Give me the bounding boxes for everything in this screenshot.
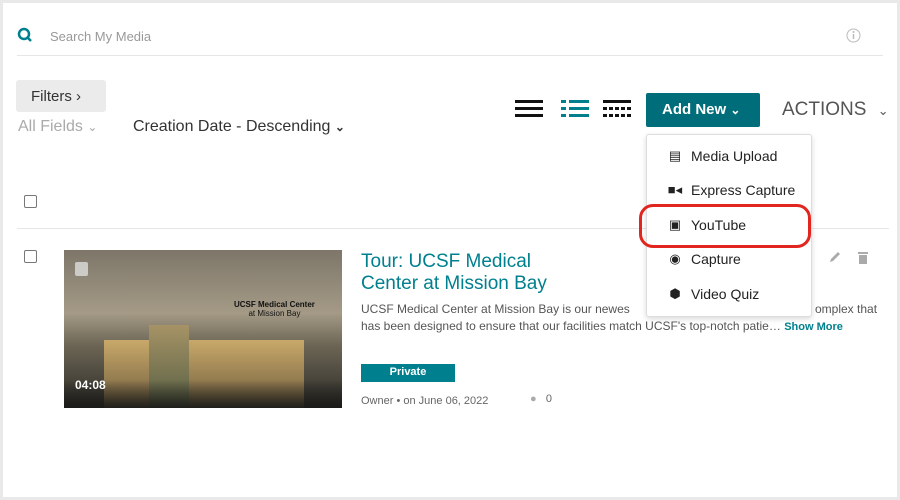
entry-description-line2: has been designed to ensure that our fac… <box>361 319 843 333</box>
entry-description: UCSF Medical Center at Mission Bay is ou… <box>361 302 630 316</box>
search-input[interactable]: Search My Media <box>50 29 151 44</box>
entry-meta: Owner • on June 06, 2022 <box>361 395 489 407</box>
chevron-down-icon: ⌄ <box>334 120 345 134</box>
entry-checkbox[interactable] <box>24 250 37 263</box>
add-new-label: Add New <box>662 101 727 118</box>
video-camera-icon: ■◂ <box>667 182 683 197</box>
actions-label: ACTIONS <box>782 99 867 120</box>
menu-item-video-quiz[interactable]: ⬢ Video Quiz <box>667 286 759 302</box>
record-icon: ◉ <box>669 251 681 266</box>
comment-icon: ● <box>530 393 537 405</box>
entry-thumbnail[interactable]: UCSF Medical Center at Mission Bay 04:08 <box>64 250 342 408</box>
menu-item-media-upload[interactable]: ▤ Media Upload <box>667 148 778 164</box>
menu-item-label: Video Quiz <box>691 286 760 302</box>
search-icon <box>17 27 32 42</box>
sort-select[interactable]: Creation Date - Descending ⌄ <box>133 118 345 136</box>
detailed-view-icon[interactable] <box>561 99 589 117</box>
owner-label: Owner <box>361 395 394 407</box>
status-badge: Private <box>361 364 455 382</box>
chevron-down-icon: ⌄ <box>730 103 741 117</box>
menu-item-label: Express Capture <box>691 182 796 198</box>
comment-count: 0 <box>545 393 552 405</box>
description-text: has been designed to ensure that our fac… <box>361 319 781 333</box>
highlight-annotation <box>639 204 811 248</box>
youtube-icon <box>75 262 88 276</box>
edit-icon[interactable] <box>829 251 841 263</box>
menu-item-label: Capture <box>691 251 741 267</box>
filters-label: Filters <box>31 88 72 105</box>
duration: 04:08 <box>75 378 106 392</box>
cube-icon: ⬢ <box>669 286 681 301</box>
trash-icon[interactable] <box>857 251 869 264</box>
add-new-button[interactable]: Add New ⌄ <box>646 93 760 127</box>
menu-item-express-capture[interactable]: ■◂ Express Capture <box>667 182 795 198</box>
thumbnail-logo: UCSF Medical Center at Mission Bay <box>234 300 315 318</box>
film-icon: ▤ <box>668 148 682 163</box>
menu-item-capture[interactable]: ◉ Capture <box>667 251 741 267</box>
list-view-icon[interactable] <box>515 99 543 117</box>
chevron-down-icon: ⌄ <box>877 103 889 118</box>
show-more-link[interactable]: Show More <box>784 321 843 333</box>
filters-button[interactable]: Filters › <box>16 80 106 112</box>
select-all-checkbox[interactable] <box>24 195 37 208</box>
comments-count: ● 0 <box>530 393 552 405</box>
entry-title[interactable]: Tour: UCSF Medical Center at Mission Bay <box>361 251 561 295</box>
entry-date: on June 06, 2022 <box>403 395 489 407</box>
field-select-label: All Fields <box>18 118 83 135</box>
chevron-right-icon: › <box>76 88 82 105</box>
menu-item-label: Media Upload <box>691 148 778 164</box>
chevron-down-icon: ⌄ <box>87 120 98 134</box>
info-icon[interactable] <box>846 28 861 43</box>
my-media-page: Search My Media Filters › All Fields ⌄ C… <box>3 3 897 497</box>
table-view-icon[interactable] <box>603 99 631 117</box>
divider <box>17 55 883 56</box>
sort-select-label: Creation Date - Descending <box>133 118 331 135</box>
field-select[interactable]: All Fields ⌄ <box>18 118 97 136</box>
entry-description-cont: omplex that <box>815 302 878 316</box>
actions-menu[interactable]: ACTIONS ⌄ <box>782 99 889 121</box>
